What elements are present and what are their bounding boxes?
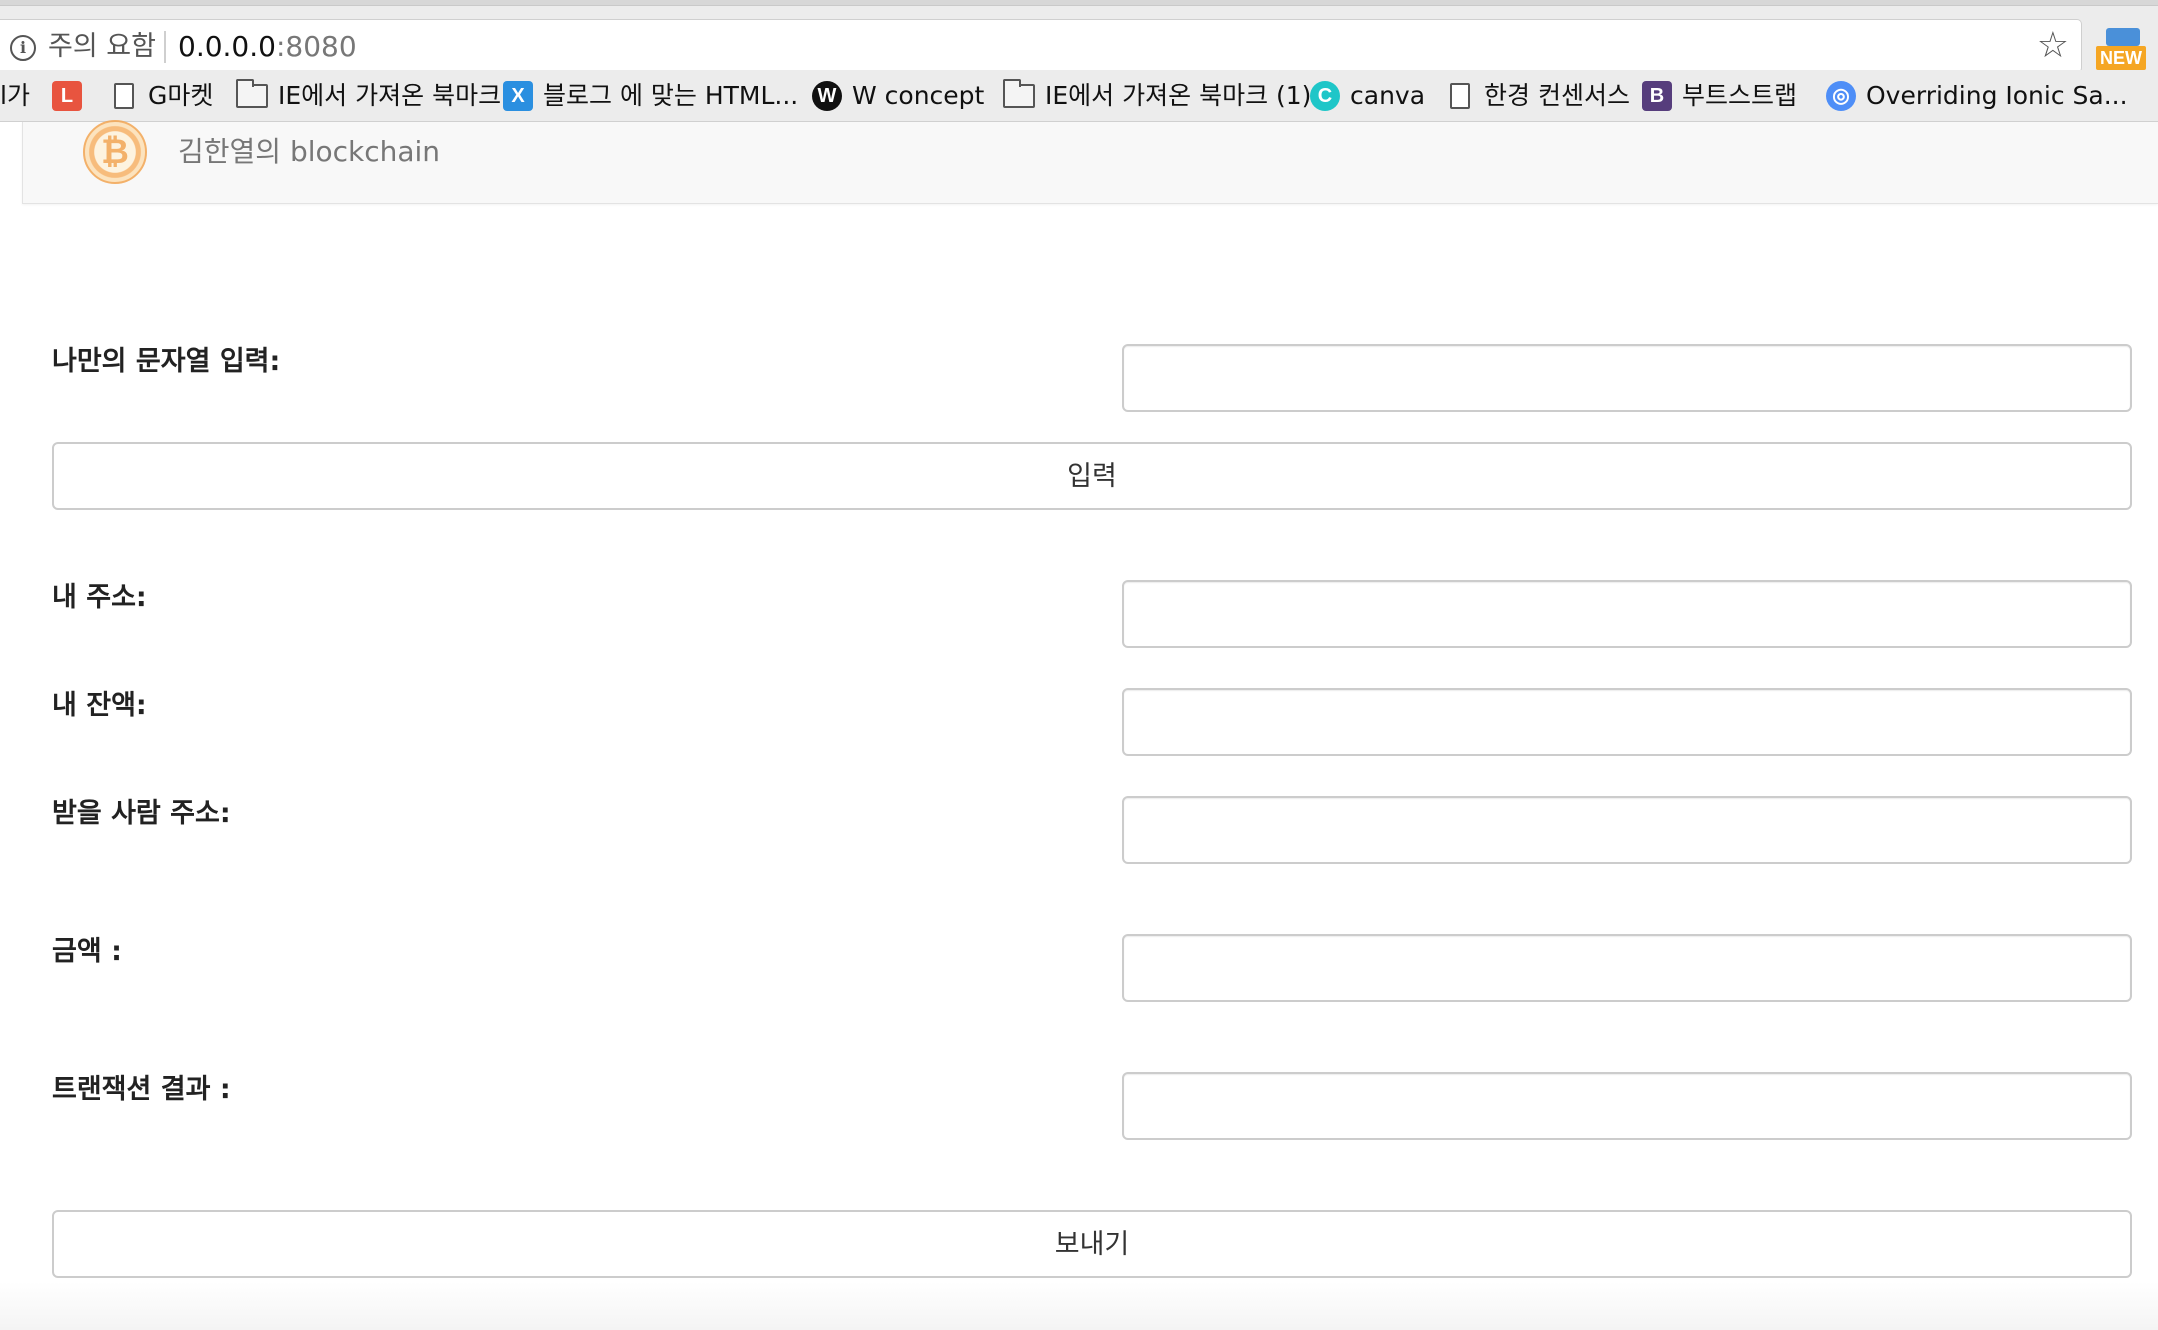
recipient-address-label: 받을 사람 주소: (52, 798, 231, 829)
bookmark-item-l[interactable]: L (52, 76, 92, 116)
bookmark-label: l가 (0, 81, 30, 110)
bookmark-label: IE에서 가져온 북마크 (278, 81, 502, 110)
folder-icon (236, 79, 268, 108)
bookmark-item-bootstrap[interactable]: B 부트스트랩 (1642, 76, 1797, 116)
canva-icon: C (1310, 81, 1340, 111)
page-bottom-fade (0, 1282, 2158, 1330)
address-divider (164, 31, 166, 63)
info-icon[interactable]: i (10, 35, 36, 61)
x-app-icon: X (503, 81, 533, 111)
bookmark-label: W concept (852, 81, 985, 110)
my-balance-label: 내 잔액: (52, 690, 147, 721)
bookmark-item-blog-html[interactable]: X 블로그 에 맞는 HTML... (503, 76, 798, 116)
address-bar[interactable]: i 주의 요함 0.0.0.0:8080 ☆ (0, 19, 2082, 73)
bookmark-label: IE에서 가져온 북마크 (1) (1045, 81, 1312, 110)
bookmark-item-ionic[interactable]: ◎ Overriding Ionic Sa... (1826, 76, 2128, 116)
bookmark-star-icon[interactable]: ☆ (2037, 26, 2069, 66)
transaction-result-input[interactable] (1122, 1072, 2132, 1140)
bookmark-item[interactable]: l가 (0, 76, 30, 116)
url-host: 0.0.0.0 (178, 30, 276, 63)
bookmark-label: 블로그 에 맞는 HTML... (543, 81, 799, 110)
extension-badge: NEW (2096, 46, 2146, 70)
security-label[interactable]: 주의 요함 (48, 29, 156, 65)
page-icon (114, 83, 134, 109)
folder-icon (1003, 79, 1035, 108)
l-app-icon: L (52, 81, 82, 111)
custom-string-label: 나만의 문자열 입력: (52, 346, 281, 377)
my-balance-input[interactable] (1122, 688, 2132, 756)
my-address-input[interactable] (1122, 580, 2132, 648)
url-port: :8080 (275, 30, 357, 63)
bookmark-folder-ie-1[interactable]: IE에서 가져온 북마크 (1) (1003, 76, 1311, 116)
bookmark-item-gmarket[interactable]: G마켓 (114, 76, 213, 116)
ionic-icon: ◎ (1826, 81, 1856, 111)
bookmark-label: Overriding Ionic Sa... (1866, 81, 2128, 110)
site-navbar: ₿ 김한열의 blockchain (22, 120, 2158, 204)
blockchain-form: 나만의 문자열 입력: 입력 내 주소: 내 잔액: 받을 사람 주소: 금액 … (0, 204, 2158, 1330)
site-brand[interactable]: 김한열의 blockchain (178, 132, 440, 172)
bookmark-folder-ie[interactable]: IE에서 가져온 북마크 (236, 76, 501, 116)
amount-input[interactable] (1122, 934, 2132, 1002)
bookmark-label: 부트스트랩 (1682, 81, 1798, 110)
bookmark-item-wconcept[interactable]: W W concept (812, 76, 984, 116)
bookmark-label: canva (1350, 81, 1426, 110)
bookmark-label: 한경 컨센서스 (1484, 81, 1630, 110)
bookmark-item-canva[interactable]: C canva (1310, 76, 1425, 116)
my-address-label: 내 주소: (52, 582, 147, 613)
bootstrap-icon: B (1642, 81, 1672, 111)
custom-string-input[interactable] (1122, 344, 2132, 412)
url-text[interactable]: 0.0.0.0:8080 (178, 29, 357, 65)
extension-tile (2106, 28, 2140, 46)
extension-new-icon[interactable]: NEW (2096, 28, 2146, 70)
bookmark-label: G마켓 (148, 81, 214, 110)
bookmark-item-hankyung[interactable]: 한경 컨센서스 (1450, 76, 1630, 116)
page-icon (1450, 83, 1470, 109)
send-button[interactable]: 보내기 (52, 1210, 2132, 1278)
bitcoin-logo-icon[interactable]: ₿ (83, 120, 147, 184)
w-concept-icon: W (812, 81, 842, 111)
recipient-address-input[interactable] (1122, 796, 2132, 864)
submit-button[interactable]: 입력 (52, 442, 2132, 510)
amount-label: 금액 : (52, 936, 122, 967)
transaction-result-label: 트랜잭션 결과 : (52, 1074, 231, 1105)
bookmarks-bar: l가 L G마켓 IE에서 가져온 북마크 X 블로그 에 맞는 HTML...… (0, 70, 2158, 122)
